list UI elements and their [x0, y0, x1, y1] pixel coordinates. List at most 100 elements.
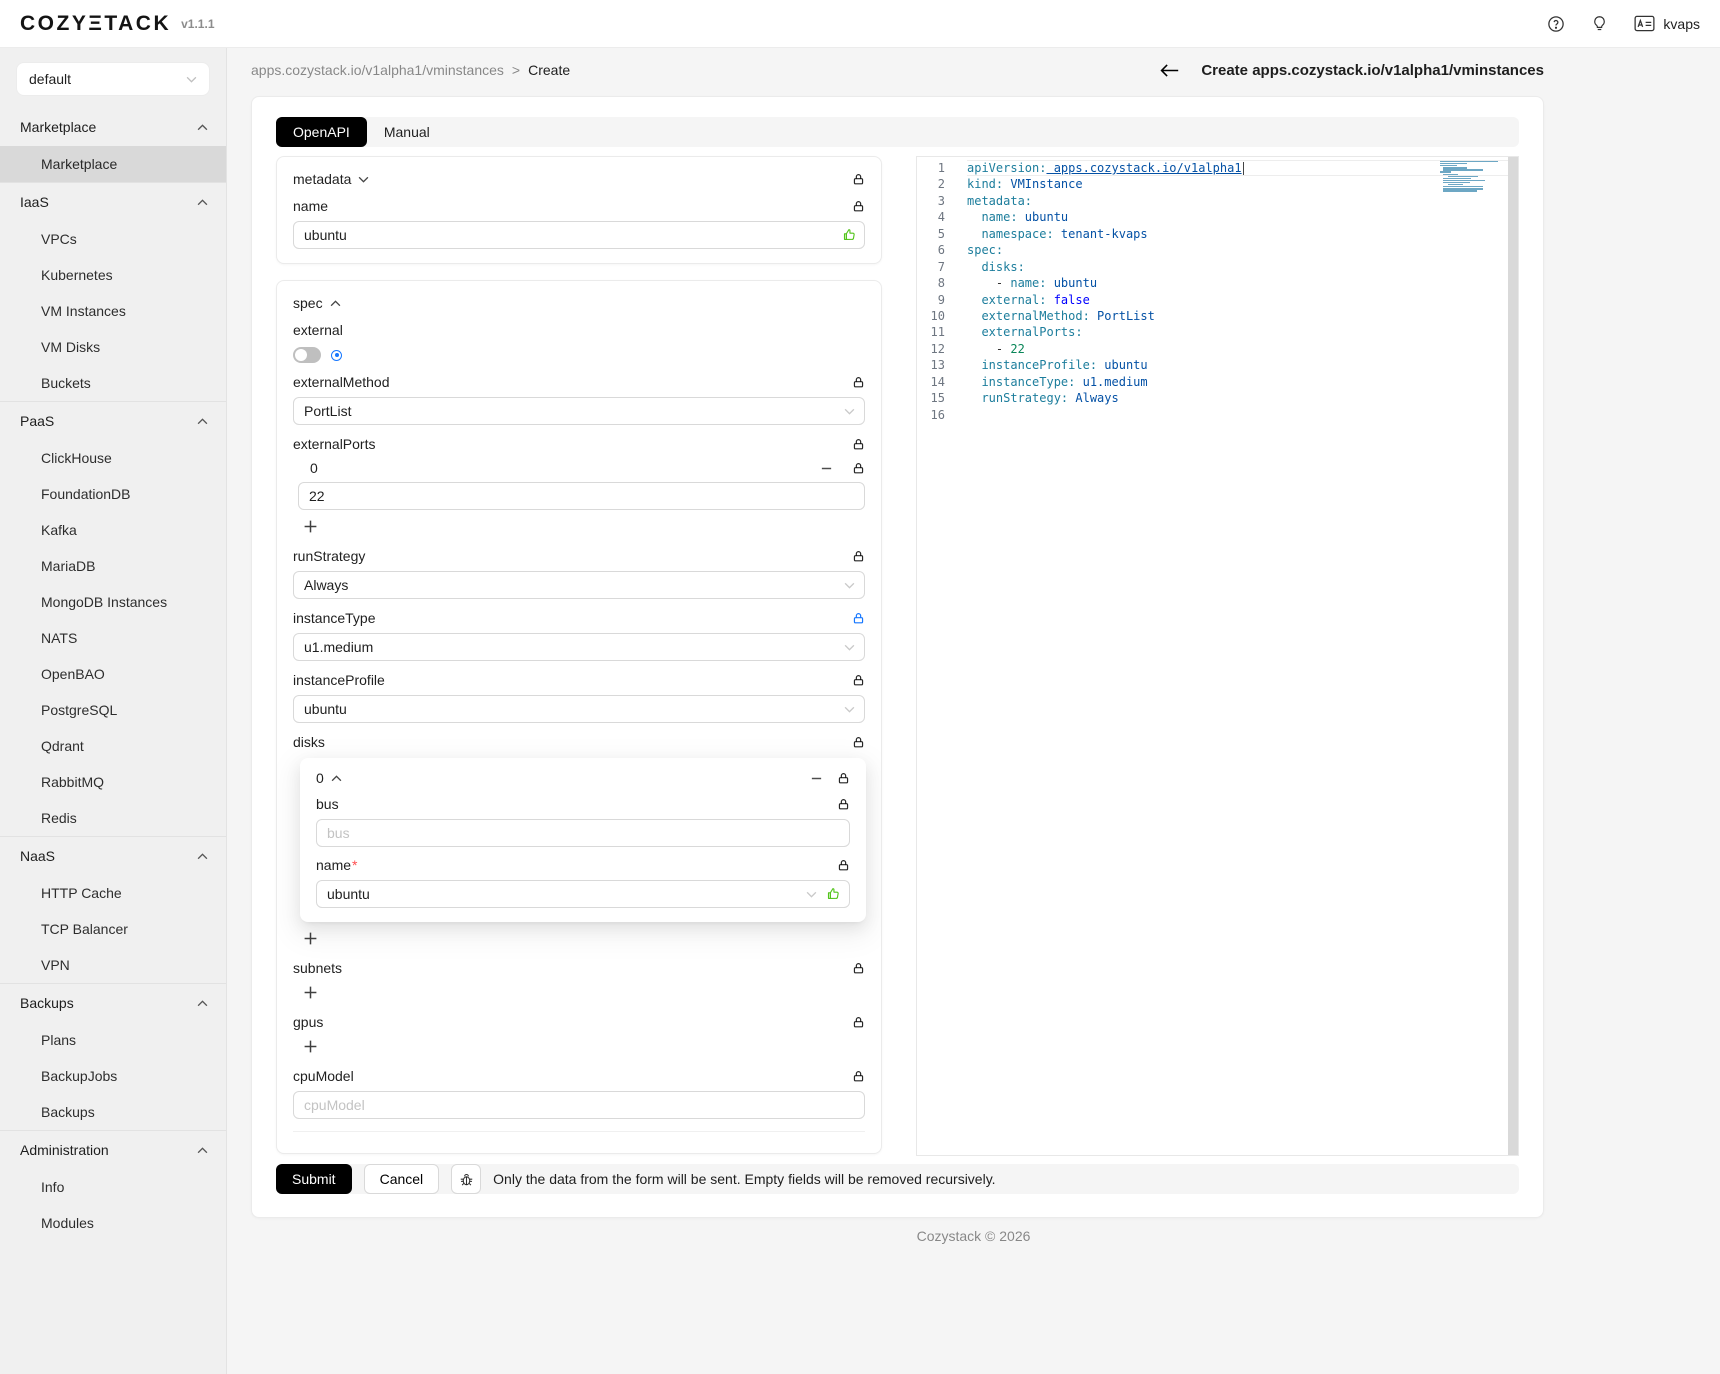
- sidebar-item-kubernetes[interactable]: Kubernetes: [0, 257, 226, 293]
- theme-bulb-icon[interactable]: [1591, 15, 1608, 32]
- sidebar-item-backupjobs[interactable]: BackupJobs: [0, 1058, 226, 1094]
- editor-minimap[interactable]: [1440, 161, 1502, 192]
- code-line[interactable]: instanceType: u1.medium: [967, 374, 1518, 390]
- sidebar-item-vm-disks[interactable]: VM Disks: [0, 329, 226, 365]
- sidebar-item-http-cache[interactable]: HTTP Cache: [0, 875, 226, 911]
- code-line[interactable]: instanceProfile: ubuntu: [967, 357, 1518, 373]
- sidebar-item-redis[interactable]: Redis: [0, 800, 226, 836]
- thumbs-up-icon[interactable]: [842, 228, 857, 243]
- sidebar-item-clickhouse[interactable]: ClickHouse: [0, 440, 226, 476]
- add-externalports-button[interactable]: [303, 515, 318, 537]
- lock-icon[interactable]: [852, 1070, 865, 1083]
- code-line[interactable]: [967, 407, 1518, 423]
- unlock-icon[interactable]: [852, 612, 865, 625]
- sidebar-item-vpn[interactable]: VPN: [0, 947, 226, 983]
- externalports-item-input[interactable]: [298, 482, 865, 510]
- scrollbar-thumb[interactable]: [1508, 157, 1518, 1155]
- sidebar-item-mongodb-instances[interactable]: MongoDB Instances: [0, 584, 226, 620]
- bus-input[interactable]: [316, 819, 850, 847]
- sidebar-item-backups[interactable]: Backups: [0, 1094, 226, 1130]
- code-line[interactable]: external: false: [967, 292, 1518, 308]
- yaml-editor[interactable]: 12345678910111213141516 apiVersion: apps…: [916, 156, 1519, 1156]
- instancetype-select[interactable]: u1.medium: [293, 633, 865, 661]
- sidebar-item-nats[interactable]: NATS: [0, 620, 226, 656]
- lock-icon[interactable]: [852, 736, 865, 749]
- lock-icon[interactable]: [852, 1016, 865, 1029]
- code-line[interactable]: kind: VMInstance: [967, 176, 1518, 192]
- add-gpu-button[interactable]: [303, 1035, 318, 1057]
- sidebar-item-kafka[interactable]: Kafka: [0, 512, 226, 548]
- remove-item-button[interactable]: [810, 772, 823, 785]
- editor-code[interactable]: apiVersion: apps.cozystack.io/v1alpha1ki…: [967, 160, 1518, 1155]
- code-line[interactable]: - name: ubuntu: [967, 275, 1518, 291]
- sidebar-item-tcp-balancer[interactable]: TCP Balancer: [0, 911, 226, 947]
- sidebar-item-qdrant[interactable]: Qdrant: [0, 728, 226, 764]
- cancel-button[interactable]: Cancel: [364, 1164, 440, 1194]
- disk-name-select[interactable]: ubuntu: [316, 880, 850, 908]
- sidebar-item-marketplace[interactable]: Marketplace: [0, 146, 226, 182]
- sidebar-item-mariadb[interactable]: MariaDB: [0, 548, 226, 584]
- sidebar-item-foundationdb[interactable]: FoundationDB: [0, 476, 226, 512]
- disks-item-toggle[interactable]: 0: [316, 770, 342, 786]
- code-line[interactable]: externalPorts:: [967, 324, 1518, 340]
- lock-icon[interactable]: [852, 462, 865, 475]
- tab-openapi[interactable]: OpenAPI: [276, 117, 367, 147]
- back-button[interactable]: [1160, 63, 1179, 78]
- instanceprofile-select[interactable]: ubuntu: [293, 695, 865, 723]
- remove-item-button[interactable]: [820, 462, 833, 475]
- lock-icon[interactable]: [852, 674, 865, 687]
- code-line[interactable]: externalMethod: PortList: [967, 308, 1518, 324]
- add-subnet-button[interactable]: [303, 981, 318, 1003]
- code-line[interactable]: spec:: [967, 242, 1518, 258]
- sidebar-item-plans[interactable]: Plans: [0, 1022, 226, 1058]
- lock-icon[interactable]: [837, 798, 850, 811]
- add-disk-button[interactable]: [303, 927, 318, 949]
- lock-icon[interactable]: [837, 859, 850, 872]
- sidebar-section-header-marketplace[interactable]: Marketplace: [0, 108, 226, 146]
- external-toggle[interactable]: [293, 347, 321, 363]
- help-icon[interactable]: [1547, 15, 1565, 33]
- sidebar-item-postgresql[interactable]: PostgreSQL: [0, 692, 226, 728]
- lock-icon[interactable]: [852, 376, 865, 389]
- bug-icon: [459, 1172, 474, 1187]
- sidebar-section-header-naas[interactable]: NaaS: [0, 837, 226, 875]
- editor-scrollbar[interactable]: [1508, 157, 1518, 1155]
- sidebar-item-modules[interactable]: Modules: [0, 1205, 226, 1241]
- code-line[interactable]: metadata:: [967, 193, 1518, 209]
- code-line[interactable]: disks:: [967, 259, 1518, 275]
- sidebar-section-header-administration[interactable]: Administration: [0, 1131, 226, 1169]
- sidebar-item-vm-instances[interactable]: VM Instances: [0, 293, 226, 329]
- code-line[interactable]: - 22: [967, 341, 1518, 357]
- metadata-section-toggle[interactable]: metadata: [293, 171, 369, 187]
- metadata-name-input[interactable]: [293, 221, 865, 249]
- sidebar-item-rabbitmq[interactable]: RabbitMQ: [0, 764, 226, 800]
- lock-icon[interactable]: [852, 550, 865, 563]
- sidebar-item-openbao[interactable]: OpenBAO: [0, 656, 226, 692]
- sidebar-section-header-backups[interactable]: Backups: [0, 984, 226, 1022]
- lock-icon[interactable]: [852, 173, 865, 186]
- sidebar-section-header-paas[interactable]: PaaS: [0, 402, 226, 440]
- externalmethod-select[interactable]: PortList: [293, 397, 865, 425]
- lock-icon[interactable]: [852, 962, 865, 975]
- sidebar-item-buckets[interactable]: Buckets: [0, 365, 226, 401]
- cpumodel-input[interactable]: [293, 1091, 865, 1119]
- code-line[interactable]: name: ubuntu: [967, 209, 1518, 225]
- sidebar-item-info[interactable]: Info: [0, 1169, 226, 1205]
- code-line[interactable]: apiVersion: apps.cozystack.io/v1alpha1: [967, 160, 1518, 176]
- user-menu[interactable]: kvaps: [1634, 15, 1700, 32]
- code-line[interactable]: runStrategy: Always: [967, 390, 1518, 406]
- runstrategy-select[interactable]: Always: [293, 571, 865, 599]
- lock-icon[interactable]: [837, 772, 850, 785]
- sidebar-item-vpcs[interactable]: VPCs: [0, 221, 226, 257]
- debug-button[interactable]: [451, 1164, 481, 1194]
- tab-manual[interactable]: Manual: [367, 117, 447, 147]
- namespace-select[interactable]: default: [16, 62, 210, 96]
- thumbs-up-icon[interactable]: [826, 887, 841, 902]
- spec-section-toggle[interactable]: spec: [293, 295, 341, 311]
- breadcrumb-path[interactable]: apps.cozystack.io/v1alpha1/vminstances: [251, 62, 504, 78]
- lock-icon[interactable]: [852, 200, 865, 213]
- lock-icon[interactable]: [852, 438, 865, 451]
- submit-button[interactable]: Submit: [276, 1164, 352, 1194]
- sidebar-section-header-iaas[interactable]: IaaS: [0, 183, 226, 221]
- code-line[interactable]: namespace: tenant-kvaps: [967, 226, 1518, 242]
